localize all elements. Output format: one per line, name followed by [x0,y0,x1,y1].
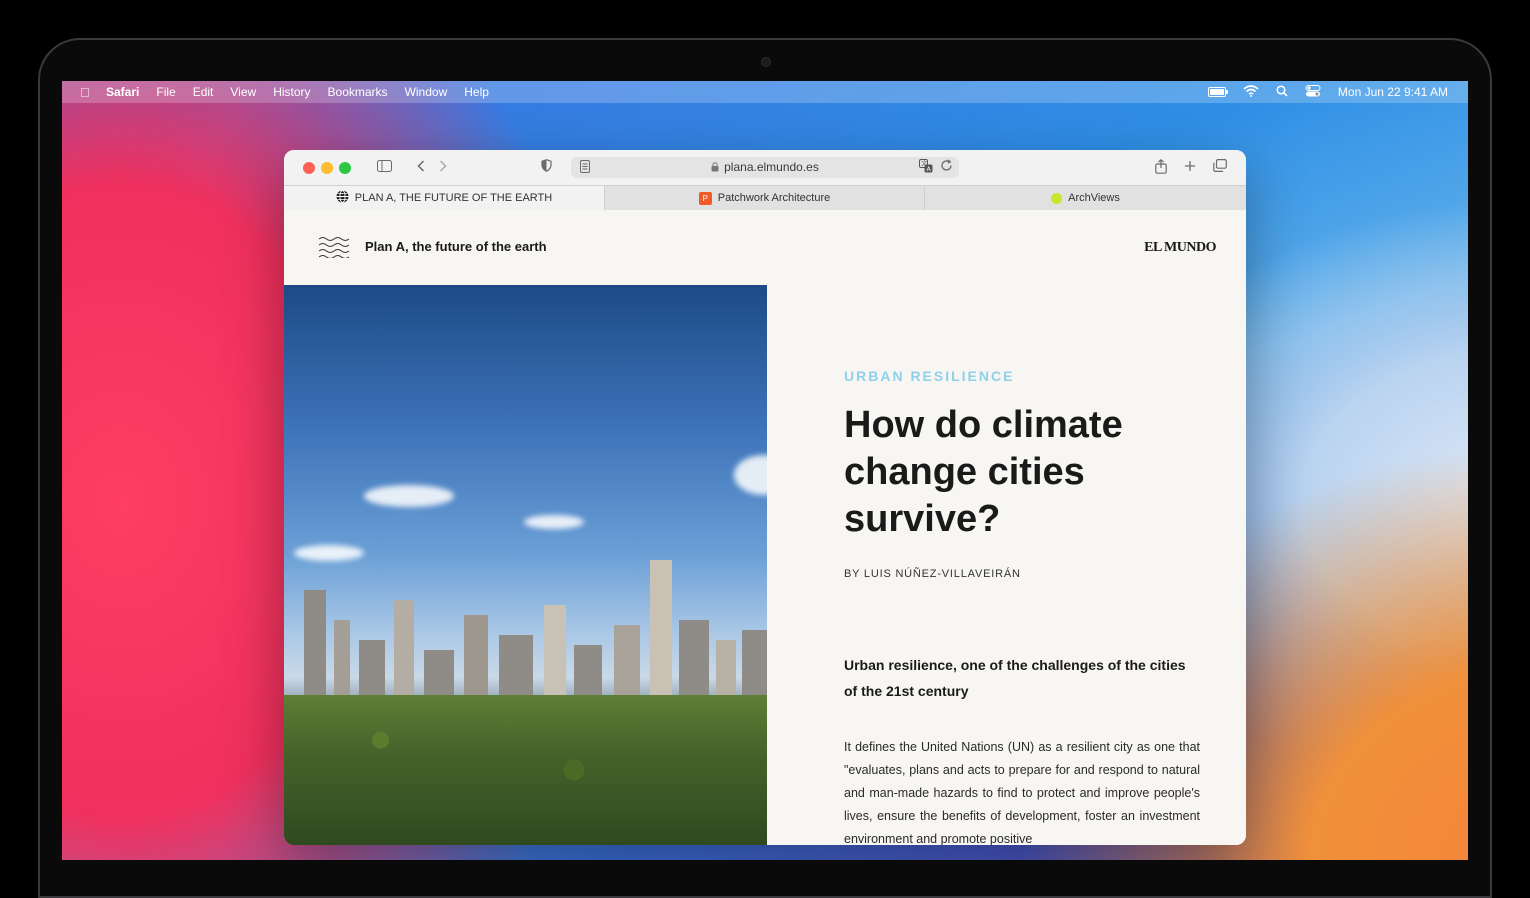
translate-icon[interactable]: 文A [919,159,933,176]
web-page: Plan A, the future of the earth EL MUNDO [284,210,1246,845]
cloud [364,485,454,507]
url-text: plana.elmundo.es [571,160,959,175]
forward-icon[interactable] [439,159,447,175]
building [304,590,326,710]
cloud [734,455,767,495]
sidebar-icon[interactable] [377,159,392,175]
article-headline: How do climate change cities survive? [844,404,1123,540]
wifi-icon[interactable] [1243,84,1259,100]
safari-window: plana.elmundo.es 文A PLAN A, THE FUTURE O… [284,150,1246,845]
article-lead: Urban resilience, one of the challenges … [844,657,1186,699]
tab-archviews[interactable]: ArchViews [924,186,1246,210]
status-area: Mon Jun 22 9:41 AM [1191,81,1448,103]
menu-window[interactable]: Window [405,85,448,99]
privacy-shield-icon[interactable] [541,159,552,175]
menu-edit[interactable]: Edit [193,85,214,99]
camera-dot [761,57,771,67]
menu-history[interactable]: History [273,85,310,99]
p-badge-icon: P [698,191,712,205]
globe-icon [336,190,349,206]
tab-label: Patchwork Architecture [717,192,831,204]
minimize-button[interactable] [321,162,333,174]
menu-file[interactable]: File [156,85,175,99]
tab-bar: PLAN A, THE FUTURE OF THE EARTH P Patchw… [284,185,1246,211]
battery-icon[interactable] [1207,87,1228,97]
share-icon[interactable] [1155,159,1167,177]
cloud [294,545,364,561]
tab-overview-icon[interactable] [1213,159,1227,175]
building [394,600,414,710]
tab-label: PLAN A, THE FUTURE OF THE EARTH [354,192,553,204]
hero-image-city-skyline [284,285,767,845]
article-kicker[interactable]: URBAN RESILIENCE [844,368,1014,384]
desktop:  Safari File Edit View History Bookmark… [62,81,1468,860]
menu-view[interactable]: View [230,85,256,99]
menu-bar:  Safari File Edit View History Bookmark… [62,81,1468,103]
elmundo-logo[interactable]: EL MUNDO [1144,240,1216,256]
menu-clock[interactable]: Mon Jun 22 9:41 AM [1338,85,1448,99]
tab-label: ArchViews [1068,192,1120,204]
search-icon[interactable] [1276,84,1288,100]
menu-app-name[interactable]: Safari [106,85,139,99]
cloud [524,515,584,529]
menu-help[interactable]: Help [464,85,489,99]
tab-plan-a[interactable]: PLAN A, THE FUTURE OF THE EARTH [284,186,604,210]
building [650,560,672,710]
menu-waves-icon[interactable] [318,236,350,263]
zoom-button[interactable] [339,162,351,174]
article-byline: BY LUIS NÚÑEZ-VILLAVEIRÁN [844,568,1021,580]
new-tab-icon[interactable] [1184,159,1196,175]
control-center-icon[interactable] [1305,84,1321,100]
site-header: Plan A, the future of the earth EL MUNDO [284,210,1246,285]
tab-patchwork[interactable]: P Patchwork Architecture [604,186,924,210]
green-dot-icon [1051,192,1063,204]
url-value: plana.elmundo.es [724,160,819,174]
menu-bookmarks[interactable]: Bookmarks [328,85,388,99]
reload-icon[interactable] [940,159,953,175]
browser-toolbar: plana.elmundo.es 文A [284,150,1246,185]
park-trees [284,695,767,845]
site-title[interactable]: Plan A, the future of the earth [365,239,547,254]
article-body: It defines the United Nations (UN) as a … [844,740,1200,845]
lock-icon [711,161,719,175]
address-bar[interactable]: plana.elmundo.es 文A [571,157,959,178]
close-button[interactable] [303,162,315,174]
back-icon[interactable] [417,159,425,175]
apple-icon[interactable]:  [80,85,92,100]
